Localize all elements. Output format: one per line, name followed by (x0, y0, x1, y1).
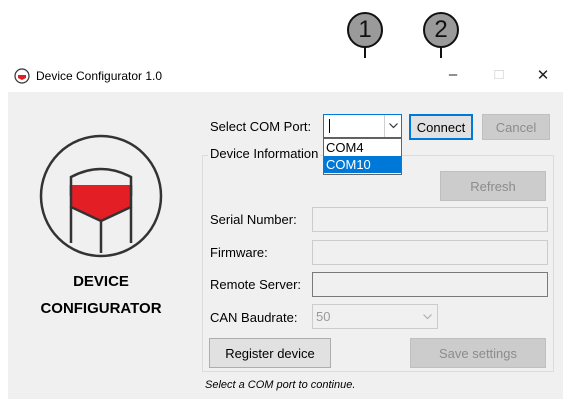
app-icon (14, 68, 30, 84)
firmware-label: Firmware: (210, 245, 268, 260)
com-port-select[interactable] (323, 114, 402, 138)
callout-1: 1 (347, 12, 383, 48)
can-baudrate-value: 50 (316, 309, 331, 324)
status-text: Select a COM port to continue. (205, 379, 356, 391)
chevron-down-icon (388, 123, 398, 129)
device-logo-icon (38, 133, 164, 259)
firmware-field[interactable] (312, 240, 548, 265)
callout-2: 2 (423, 12, 459, 48)
close-button[interactable]: ✕ (528, 66, 558, 84)
com-port-option-com10[interactable]: COM10 (324, 156, 401, 173)
cancel-button[interactable]: Cancel (482, 114, 550, 140)
dropdown-toggle[interactable] (384, 115, 401, 137)
chevron-down-icon (423, 313, 432, 319)
window-title: Device Configurator 1.0 (36, 69, 163, 83)
connect-button[interactable]: Connect (409, 114, 473, 140)
remote-server-label: Remote Server: (210, 277, 302, 292)
com-port-dropdown-list: COM4 COM10 (323, 138, 402, 175)
com-port-option-com4[interactable]: COM4 (324, 139, 401, 156)
maximize-button[interactable]: □ (484, 66, 514, 83)
serial-number-field[interactable] (312, 207, 548, 232)
minimize-button[interactable]: – (438, 66, 468, 83)
can-baudrate-select[interactable]: 50 (312, 304, 438, 329)
serial-number-label: Serial Number: (210, 212, 297, 227)
brand-line-2: CONFIGURATOR (40, 300, 162, 317)
brand-line-1: DEVICE (73, 273, 129, 290)
text-cursor (329, 119, 330, 133)
remote-server-field[interactable] (312, 272, 548, 297)
refresh-button[interactable]: Refresh (440, 171, 546, 201)
register-device-button[interactable]: Register device (209, 338, 331, 368)
device-information-title: Device Information (208, 146, 321, 161)
save-settings-button[interactable]: Save settings (410, 338, 546, 368)
can-baudrate-toggle[interactable] (419, 305, 436, 328)
can-baudrate-label: CAN Baudrate: (210, 310, 298, 325)
com-port-label: Select COM Port: (210, 119, 312, 134)
